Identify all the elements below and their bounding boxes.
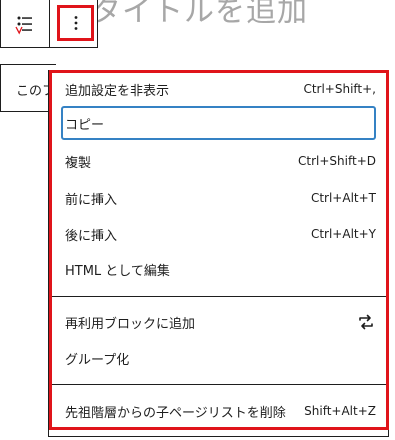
menu-item-add-to-reusable[interactable]: 再利用ブロックに追加: [61, 305, 376, 339]
vertical-ellipsis-icon: [74, 16, 77, 30]
menu-item-label: 前に挿入: [65, 192, 118, 208]
menu-item-insert-after[interactable]: 後に挿入 Ctrl+Alt+Y: [61, 217, 376, 251]
menu-item-remove-block[interactable]: 先祖階層からの子ページリストを削除 Shift+Alt+Z: [61, 394, 376, 428]
menu-item-duplicate[interactable]: 複製 Ctrl+Shift+D: [61, 144, 376, 178]
block-options-button[interactable]: [57, 5, 94, 41]
reusable-block-icon: [359, 314, 373, 330]
menu-item-insert-before[interactable]: 前に挿入 Ctrl+Alt+T: [61, 181, 376, 215]
toolbar-separator: [49, 0, 50, 48]
menu-item-shortcut: Shift+Alt+Z: [304, 404, 376, 418]
menu-item-label: 追加設定を非表示: [65, 83, 170, 99]
menu-item-shortcut: Ctrl+Alt+T: [310, 191, 376, 205]
menu-item-shortcut: Ctrl+Shift+,: [303, 82, 376, 96]
block-type-button[interactable]: [1, 0, 49, 48]
menu-item-shortcut: Ctrl+Alt+Y: [310, 227, 376, 241]
list-pages-icon: [15, 16, 32, 35]
menu-divider: [49, 296, 388, 297]
menu-item-label: グループ化: [65, 352, 130, 368]
menu-item-copy[interactable]: コピー: [61, 106, 376, 140]
menu-item-shortcut: Ctrl+Shift+D: [298, 154, 376, 168]
menu-item-hide-settings[interactable]: 追加設定を非表示 Ctrl+Shift+,: [61, 72, 376, 106]
menu-item-label: HTML として編集: [65, 263, 170, 279]
menu-item-label: 先祖階層からの子ページリストを削除: [65, 405, 286, 421]
menu-item-group[interactable]: グループ化: [61, 341, 376, 375]
menu-item-label: コピー: [65, 117, 105, 133]
menu-item-label: 複製: [65, 155, 92, 171]
menu-divider: [49, 384, 388, 385]
menu-item-label: 後に挿入: [65, 228, 118, 244]
menu-item-edit-as-html[interactable]: HTML として編集: [61, 252, 376, 286]
block-options-menu: 追加設定を非表示 Ctrl+Shift+, コピー 複製 Ctrl+Shift+…: [48, 70, 389, 437]
menu-item-label: 再利用ブロックに追加: [65, 316, 196, 332]
